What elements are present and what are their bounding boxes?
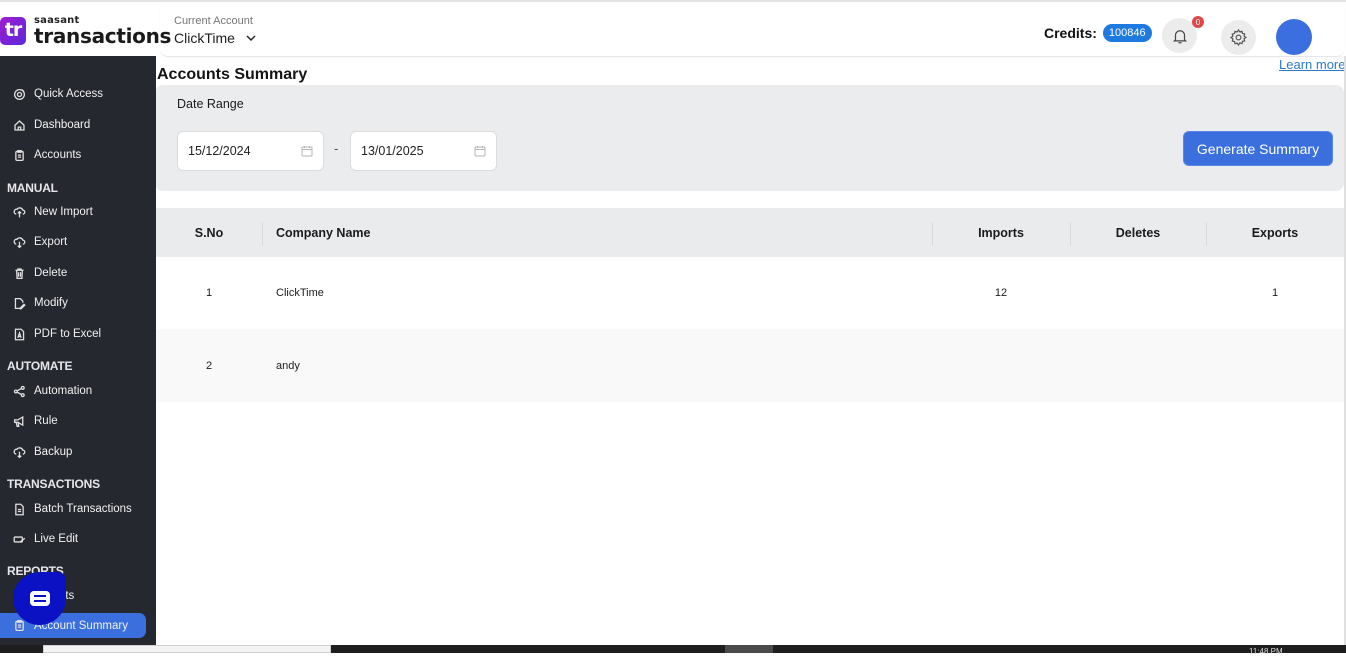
sidebar-item-label: Quick Access [34, 88, 104, 100]
sidebar-item-modify[interactable]: Modify [0, 291, 146, 315]
cell-exports: 1 [1271, 287, 1279, 299]
sidebar-item-backup[interactable]: Backup [0, 440, 146, 464]
settings-button[interactable] [1221, 20, 1256, 55]
notification-count-badge: 0 [1192, 16, 1204, 28]
date-to-value: 13/01/2025 [361, 144, 424, 158]
cell-deletes [1070, 329, 1206, 402]
date-range-label: Date Range [177, 97, 244, 111]
sidebar: Quick Access Dashboard Accounts MANUAL N… [0, 56, 156, 645]
cloud-download-icon [13, 236, 25, 248]
sidebar-item-live-edit[interactable]: Live Edit [0, 527, 146, 551]
cell-deletes [1070, 257, 1206, 329]
logo-product: transactions [34, 24, 172, 48]
cell-company-name: ClickTime [276, 287, 324, 299]
megaphone-icon [13, 415, 23, 427]
pencil-card-icon [13, 535, 25, 543]
clipboard-icon [14, 149, 24, 161]
cell-exports [1206, 329, 1344, 402]
sidebar-item-automation[interactable]: Automation [0, 379, 146, 403]
sidebar-item-export[interactable]: Export [0, 230, 146, 254]
generate-summary-button[interactable]: Generate Summary [1183, 131, 1333, 166]
account-value: ClickTime [174, 30, 235, 46]
column-divider [262, 223, 263, 245]
sidebar-item-label: Export [34, 236, 68, 248]
account-dropdown[interactable]: ClickTime [174, 30, 257, 46]
cloud-download-icon [13, 446, 25, 458]
sidebar-item-label: Rule [34, 415, 58, 427]
home-icon [13, 119, 25, 131]
sidebar-item-label: Backup [34, 446, 73, 458]
cloud-upload-icon [13, 206, 25, 217]
account-label: Current Account [174, 15, 253, 27]
accounts-summary-table: S.No Company Name Imports Deletes Export… [156, 208, 1344, 402]
sidebar-item-delete[interactable]: Delete [0, 261, 146, 285]
date-from-value: 15/12/2024 [188, 144, 251, 158]
taskbar-active-item[interactable] [725, 645, 773, 653]
logo-mark: tr [0, 17, 26, 45]
table-row: 2 andy [156, 329, 1344, 402]
sidebar-item-label: Modify [34, 297, 68, 309]
pdf-icon [14, 328, 24, 340]
sidebar-item-label: Accounts [34, 149, 82, 161]
credits-display: Credits: 100846 [1044, 24, 1152, 42]
cell-sno: 2 [205, 359, 213, 372]
section-header-transactions: TRANSACTIONS [7, 477, 100, 491]
column-header-deletes: Deletes [1115, 225, 1161, 240]
column-header-company-name: Company Name [276, 225, 371, 240]
sidebar-item-quick-access[interactable]: Quick Access [0, 82, 146, 106]
credits-badge: 100846 [1102, 24, 1152, 42]
sidebar-item-pdf-to-excel[interactable]: PDF to Excel [0, 322, 146, 346]
calendar-icon[interactable] [474, 145, 486, 157]
bell-icon [1172, 29, 1187, 43]
user-avatar[interactable] [1276, 19, 1312, 55]
credits-label: Credits: [1044, 25, 1097, 41]
sidebar-item-dashboard[interactable]: Dashboard [0, 113, 146, 137]
sidebar-item-accounts[interactable]: Accounts [0, 143, 146, 167]
section-header-manual: MANUAL [7, 181, 58, 195]
chat-icon [29, 591, 50, 606]
table-row: 1 ClickTime 12 1 [156, 257, 1344, 329]
sidebar-item-label: Automation [34, 385, 93, 397]
learn-more-link[interactable]: Learn more [1279, 57, 1345, 72]
trash-icon [14, 267, 24, 279]
page-title: Accounts Summary [157, 66, 308, 83]
cell-sno: 1 [205, 287, 213, 299]
table-header: S.No Company Name Imports Deletes Export… [156, 208, 1344, 257]
cell-company-name: andy [276, 359, 300, 372]
sidebar-item-label: Batch Transactions [34, 503, 132, 515]
taskbar-window-preview[interactable] [43, 645, 331, 653]
file-edit-icon [14, 297, 26, 309]
gear-icon [1229, 28, 1248, 47]
cell-imports [932, 329, 1070, 402]
sidebar-item-batch-transactions[interactable]: Batch Transactions [0, 497, 146, 521]
taskbar-clock: 11:48 PM [1249, 647, 1283, 656]
filter-panel: Date Range 15/12/2024 - 13/01/2025 Gener… [156, 85, 1344, 191]
date-separator: - [334, 141, 339, 156]
cell-imports: 12 [994, 287, 1008, 299]
account-switcher[interactable]: Current Account ClickTime [174, 15, 257, 46]
sidebar-item-new-import[interactable]: New Import [0, 200, 146, 224]
chevron-down-icon [246, 35, 256, 42]
column-header-exports: Exports [1251, 225, 1299, 240]
chat-widget-button[interactable] [13, 572, 66, 625]
calendar-icon[interactable] [301, 145, 313, 157]
column-header-sno: S.No [194, 225, 224, 240]
top-header: tr saasant transactions Current Account … [0, 0, 1346, 57]
sidebar-item-label: PDF to Excel [34, 328, 102, 340]
date-from-input[interactable]: 15/12/2024 [177, 131, 324, 171]
sidebar-item-rule[interactable]: Rule [0, 409, 146, 433]
clipboard-icon [14, 619, 24, 632]
sidebar-item-label: Dashboard [34, 119, 91, 131]
share-nodes-icon [13, 385, 25, 397]
sidebar-item-label: New Import [34, 206, 93, 218]
date-to-input[interactable]: 13/01/2025 [350, 131, 497, 171]
target-icon [13, 88, 25, 100]
section-header-automate: AUTOMATE [7, 359, 73, 373]
sidebar-item-label: Delete [34, 267, 68, 279]
app-logo[interactable]: tr saasant transactions [0, 16, 171, 46]
sidebar-item-label: Live Edit [34, 533, 79, 545]
document-icon [14, 503, 24, 515]
column-header-imports: Imports [978, 225, 1024, 240]
